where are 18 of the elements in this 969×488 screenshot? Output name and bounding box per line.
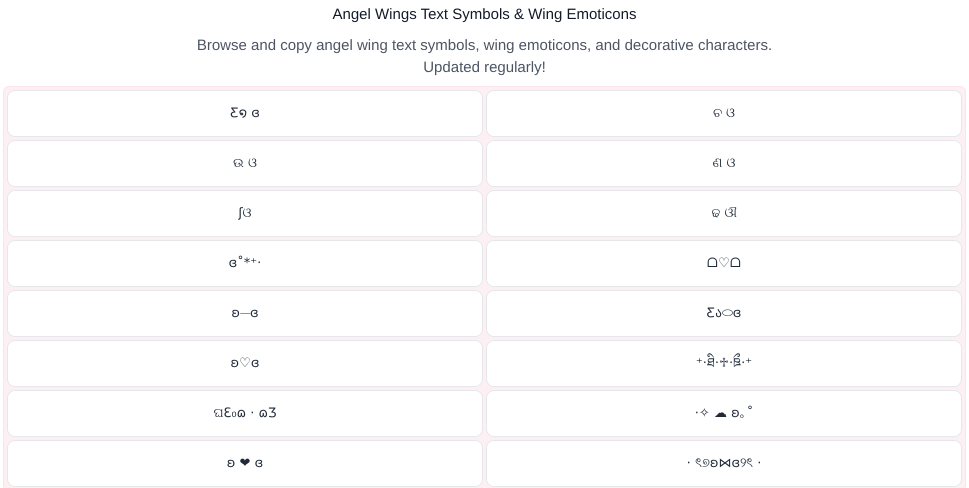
- page-title: Angel Wings Text Symbols & Wing Emoticons: [332, 5, 636, 25]
- symbol-card[interactable]: ଚ ଓ: [486, 90, 962, 137]
- symbol-card[interactable]: Ƹა⬭ɞ: [486, 290, 962, 337]
- symbol-card[interactable]: · ৎ୭ʚ⋈ɞ୨ৎ ·: [486, 440, 962, 487]
- symbol-card[interactable]: ᗝ♡ᗝ: [486, 240, 962, 287]
- symbol-card[interactable]: ଉ ଓ: [7, 140, 483, 187]
- page-subtitle: Browse and copy angel wing text symbols, wing emoticons, and decorative characters. Updated regularly!: [196, 36, 774, 78]
- symbol-card[interactable]: ଣ ଓ: [486, 140, 962, 187]
- symbol-card[interactable]: ⁺‧ཐི‧♱‧ཋྀ‧⁺: [486, 340, 962, 387]
- symbol-card[interactable]: ʚ♡ɞ: [7, 340, 483, 387]
- symbol-card[interactable]: ɞ˚*⁺‧: [7, 240, 483, 287]
- symbol-card[interactable]: ଢ ଔ: [486, 190, 962, 237]
- symbol-card[interactable]: ʃଓ: [7, 190, 483, 237]
- symbol-card[interactable]: ·✧ ☁ ʚ｡˚: [486, 390, 962, 437]
- symbol-card[interactable]: ʚ⏤ɞ: [7, 290, 483, 337]
- symbol-card[interactable]: Ƹ໑ ɞ: [7, 90, 483, 137]
- symbol-card[interactable]: ଘƐ₀ɷ · ɷƷ: [7, 390, 483, 437]
- symbol-card[interactable]: ʚ ❤ ɞ: [7, 440, 483, 487]
